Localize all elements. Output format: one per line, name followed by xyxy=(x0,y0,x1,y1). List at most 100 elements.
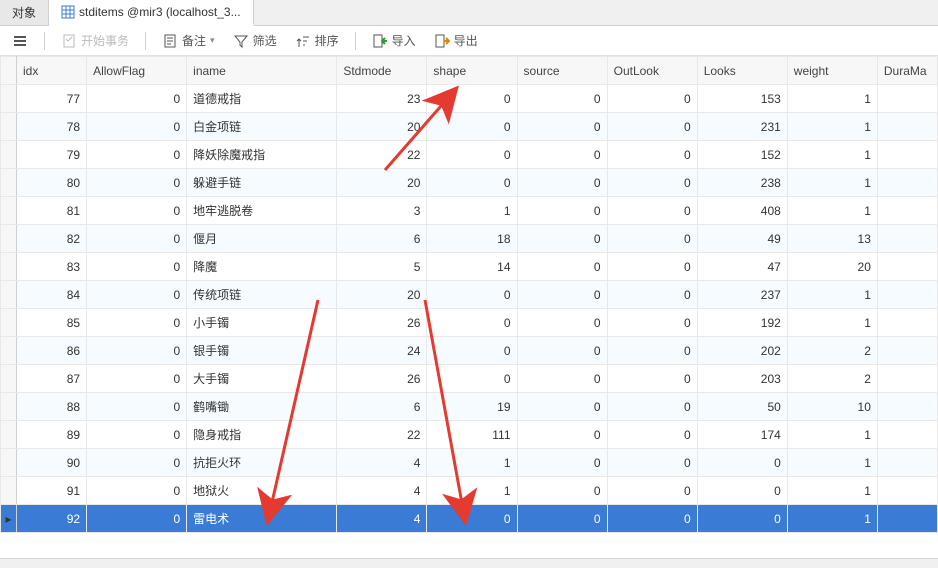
cell-dura[interactable] xyxy=(877,365,937,393)
cell-shape[interactable]: 0 xyxy=(427,505,517,533)
cell-src[interactable]: 0 xyxy=(517,337,607,365)
cell-iname[interactable]: 地牢逃脱卷 xyxy=(187,197,337,225)
cell-weight[interactable]: 1 xyxy=(787,85,877,113)
cell-looks[interactable]: 203 xyxy=(697,365,787,393)
cell-allow[interactable]: 0 xyxy=(87,505,187,533)
sort-button[interactable]: 排序 xyxy=(289,29,345,52)
cell-std[interactable]: 20 xyxy=(337,169,427,197)
cell-std[interactable]: 20 xyxy=(337,113,427,141)
cell-allow[interactable]: 0 xyxy=(87,141,187,169)
cell-weight[interactable]: 20 xyxy=(787,253,877,281)
cell-out[interactable]: 0 xyxy=(607,393,697,421)
cell-looks[interactable]: 47 xyxy=(697,253,787,281)
cell-std[interactable]: 4 xyxy=(337,449,427,477)
cell-dura[interactable] xyxy=(877,337,937,365)
header-looks[interactable]: Looks xyxy=(697,57,787,85)
cell-shape[interactable]: 14 xyxy=(427,253,517,281)
cell-allow[interactable]: 0 xyxy=(87,337,187,365)
cell-dura[interactable] xyxy=(877,141,937,169)
cell-weight[interactable]: 1 xyxy=(787,477,877,505)
cell-shape[interactable]: 18 xyxy=(427,225,517,253)
cell-out[interactable]: 0 xyxy=(607,281,697,309)
cell-src[interactable]: 0 xyxy=(517,225,607,253)
cell-src[interactable]: 0 xyxy=(517,85,607,113)
cell-std[interactable]: 5 xyxy=(337,253,427,281)
cell-allow[interactable]: 0 xyxy=(87,393,187,421)
cell-idx[interactable]: 86 xyxy=(17,337,87,365)
cell-dura[interactable] xyxy=(877,449,937,477)
cell-shape[interactable]: 0 xyxy=(427,169,517,197)
cell-weight[interactable]: 10 xyxy=(787,393,877,421)
cell-iname[interactable]: 道德戒指 xyxy=(187,85,337,113)
cell-shape[interactable]: 0 xyxy=(427,365,517,393)
cell-iname[interactable]: 降妖除魔戒指 xyxy=(187,141,337,169)
header-weight[interactable]: weight xyxy=(787,57,877,85)
cell-looks[interactable]: 192 xyxy=(697,309,787,337)
cell-idx[interactable]: 77 xyxy=(17,85,87,113)
begin-transaction-button[interactable]: 开始事务 xyxy=(55,29,135,52)
cell-out[interactable]: 0 xyxy=(607,141,697,169)
cell-shape[interactable]: 0 xyxy=(427,337,517,365)
cell-allow[interactable]: 0 xyxy=(87,197,187,225)
cell-idx[interactable]: 83 xyxy=(17,253,87,281)
cell-dura[interactable] xyxy=(877,309,937,337)
cell-looks[interactable]: 202 xyxy=(697,337,787,365)
table-row[interactable]: 770道德戒指230001531 xyxy=(1,85,938,113)
cell-src[interactable]: 0 xyxy=(517,505,607,533)
tab-object[interactable]: 对象 xyxy=(0,0,49,25)
cell-looks[interactable]: 50 xyxy=(697,393,787,421)
table-row[interactable]: 860银手镯240002022 xyxy=(1,337,938,365)
table-row[interactable]: 910地狱火410001 xyxy=(1,477,938,505)
cell-allow[interactable]: 0 xyxy=(87,113,187,141)
cell-src[interactable]: 0 xyxy=(517,365,607,393)
cell-shape[interactable]: 0 xyxy=(427,85,517,113)
table-row[interactable]: 800躲避手链200002381 xyxy=(1,169,938,197)
cell-out[interactable]: 0 xyxy=(607,225,697,253)
cell-std[interactable]: 4 xyxy=(337,477,427,505)
cell-iname[interactable]: 鹤嘴锄 xyxy=(187,393,337,421)
cell-src[interactable]: 0 xyxy=(517,309,607,337)
cell-looks[interactable]: 174 xyxy=(697,421,787,449)
cell-weight[interactable]: 1 xyxy=(787,449,877,477)
cell-looks[interactable]: 0 xyxy=(697,477,787,505)
header-outlook[interactable]: OutLook xyxy=(607,57,697,85)
cell-weight[interactable]: 1 xyxy=(787,505,877,533)
cell-src[interactable]: 0 xyxy=(517,169,607,197)
cell-iname[interactable]: 地狱火 xyxy=(187,477,337,505)
cell-weight[interactable]: 1 xyxy=(787,281,877,309)
header-stdmode[interactable]: Stdmode xyxy=(337,57,427,85)
header-iname[interactable]: iname xyxy=(187,57,337,85)
cell-iname[interactable]: 大手镯 xyxy=(187,365,337,393)
cell-out[interactable]: 0 xyxy=(607,505,697,533)
cell-idx[interactable]: 84 xyxy=(17,281,87,309)
import-button[interactable]: 导入 xyxy=(366,29,422,52)
cell-allow[interactable]: 0 xyxy=(87,477,187,505)
cell-shape[interactable]: 0 xyxy=(427,141,517,169)
cell-iname[interactable]: 偃月 xyxy=(187,225,337,253)
cell-iname[interactable]: 躲避手链 xyxy=(187,169,337,197)
cell-src[interactable]: 0 xyxy=(517,253,607,281)
cell-weight[interactable]: 1 xyxy=(787,197,877,225)
cell-out[interactable]: 0 xyxy=(607,421,697,449)
cell-allow[interactable]: 0 xyxy=(87,225,187,253)
cell-std[interactable]: 20 xyxy=(337,281,427,309)
cell-std[interactable]: 6 xyxy=(337,393,427,421)
cell-idx[interactable]: 85 xyxy=(17,309,87,337)
cell-looks[interactable]: 0 xyxy=(697,449,787,477)
header-source[interactable]: source xyxy=(517,57,607,85)
cell-looks[interactable]: 153 xyxy=(697,85,787,113)
cell-src[interactable]: 0 xyxy=(517,141,607,169)
cell-allow[interactable]: 0 xyxy=(87,281,187,309)
cell-shape[interactable]: 1 xyxy=(427,477,517,505)
cell-weight[interactable]: 1 xyxy=(787,113,877,141)
cell-out[interactable]: 0 xyxy=(607,253,697,281)
cell-looks[interactable]: 238 xyxy=(697,169,787,197)
export-button[interactable]: 导出 xyxy=(428,29,484,52)
horizontal-scrollbar[interactable] xyxy=(0,558,938,568)
cell-std[interactable]: 3 xyxy=(337,197,427,225)
menu-button[interactable] xyxy=(6,30,34,52)
cell-out[interactable]: 0 xyxy=(607,113,697,141)
cell-iname[interactable]: 传统项链 xyxy=(187,281,337,309)
table-row[interactable]: 870大手镯260002032 xyxy=(1,365,938,393)
cell-idx[interactable]: 79 xyxy=(17,141,87,169)
